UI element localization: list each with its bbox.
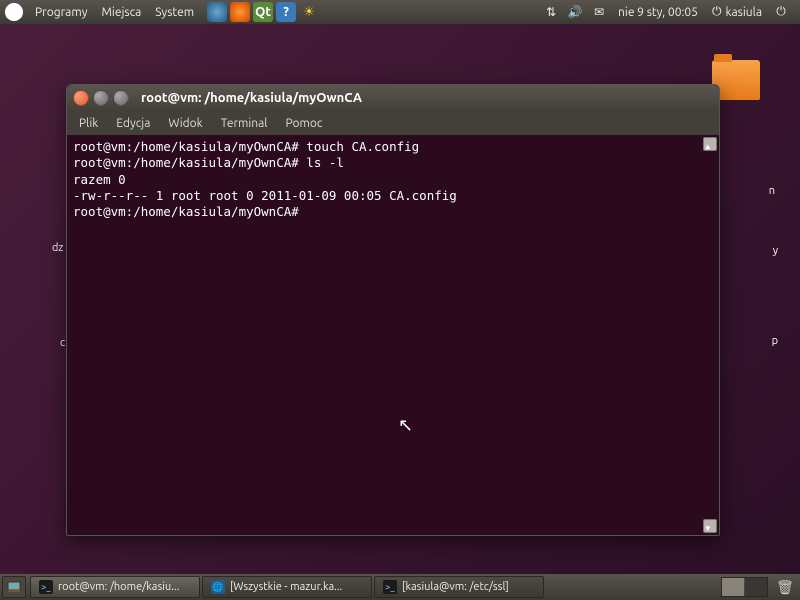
menu-help[interactable]: Pomoc [277, 115, 330, 132]
shutdown-icon[interactable]: ⏻ [772, 3, 790, 21]
taskbar-item-terminal[interactable]: >_ root@vm: /home/kasiu... [30, 576, 200, 598]
clock[interactable]: nie 9 sty, 00:05 [612, 6, 704, 19]
mouse-cursor-icon: ↖ [398, 415, 413, 436]
bottom-panel: >_ root@vm: /home/kasiu... 🌐 [Wszystkie … [0, 574, 800, 600]
user-menu[interactable]: ⏻ kasiula [706, 5, 768, 19]
mail-icon[interactable]: ✉ [590, 3, 608, 21]
terminal-menubar: Plik Edycja Widok Terminal Pomoc [67, 111, 719, 135]
desktop-label: p [772, 335, 778, 347]
window-titlebar[interactable]: root@vm: /home/kasiula/myOwnCA [67, 85, 719, 111]
qt-icon[interactable]: Qt [253, 2, 273, 22]
system-tray: ⇅ 🔊 ✉ nie 9 sty, 00:05 ⏻ kasiula ⏻ [540, 3, 796, 21]
window-maximize-button[interactable] [113, 90, 129, 106]
scroll-up-button[interactable]: ▴ [703, 137, 717, 151]
top-panel: Programy Miejsca System Qt ? ☀ ⇅ 🔊 ✉ nie… [0, 0, 800, 24]
terminal-line: -rw-r--r-- 1 root root 0 2011-01-09 00:0… [73, 188, 457, 203]
terminal-window: root@vm: /home/kasiula/myOwnCA Plik Edyc… [66, 84, 720, 536]
volume-icon[interactable]: 🔊 [566, 3, 584, 21]
window-minimize-button[interactable] [93, 90, 109, 106]
desktop-label: dz [52, 242, 64, 254]
menu-terminal[interactable]: Terminal [213, 115, 276, 132]
terminal-line: root@vm:/home/kasiula/myOwnCA# ls -l [73, 155, 344, 170]
terminal-body[interactable]: root@vm:/home/kasiula/myOwnCA# touch CA.… [67, 135, 719, 535]
menu-programs[interactable]: Programy [28, 6, 94, 19]
taskbar-item-browser[interactable]: 🌐 [Wszystkie - mazur.ka... [202, 576, 372, 598]
taskbar-item-terminal2[interactable]: >_ [kasiula@vm: /etc/ssl] [374, 576, 544, 598]
terminal-line: root@vm:/home/kasiula/myOwnCA# touch CA.… [73, 139, 419, 154]
menu-view[interactable]: Widok [160, 115, 210, 132]
user-label: kasiula [725, 6, 762, 19]
workspace-switcher[interactable] [721, 577, 768, 597]
terminal-icon: >_ [383, 580, 397, 594]
scroll-down-button[interactable]: ▾ [703, 519, 717, 533]
globe-icon: 🌐 [211, 580, 225, 594]
help-icon[interactable]: ? [276, 2, 296, 22]
quick-launch: Qt ? ☀ [207, 2, 319, 22]
menu-places[interactable]: Miejsca [94, 6, 148, 19]
window-close-button[interactable] [73, 90, 89, 106]
desktop-label: c [60, 337, 65, 349]
network-icon[interactable]: ⇅ [542, 3, 560, 21]
desktop-label: n [769, 185, 775, 197]
terminal-line: root@vm:/home/kasiula/myOwnCA# [73, 204, 306, 219]
power-icon: ⏻ [712, 5, 722, 19]
window-title: root@vm: /home/kasiula/myOwnCA [141, 91, 362, 105]
menu-system[interactable]: System [148, 6, 201, 19]
workspace-1[interactable] [722, 578, 744, 596]
show-desktop-button[interactable] [2, 576, 26, 598]
firefox-icon[interactable] [230, 2, 250, 22]
menu-edit[interactable]: Edycja [108, 115, 158, 132]
desktop-label: y [773, 245, 778, 257]
ubuntu-logo-icon[interactable] [4, 2, 24, 22]
weather-icon[interactable]: ☀ [299, 2, 319, 22]
workspace-2[interactable] [745, 578, 767, 596]
desktop-icon [7, 581, 21, 593]
taskbar-item-label: root@vm: /home/kasiu... [58, 581, 179, 593]
app-icon[interactable] [207, 2, 227, 22]
menu-file[interactable]: Plik [71, 115, 106, 132]
terminal-line: razem 0 [73, 172, 126, 187]
terminal-icon: >_ [39, 580, 53, 594]
trash-icon[interactable]: 🗑 [775, 579, 795, 596]
taskbar-item-label: [Wszystkie - mazur.ka... [230, 581, 342, 593]
taskbar-item-label: [kasiula@vm: /etc/ssl] [402, 581, 509, 593]
